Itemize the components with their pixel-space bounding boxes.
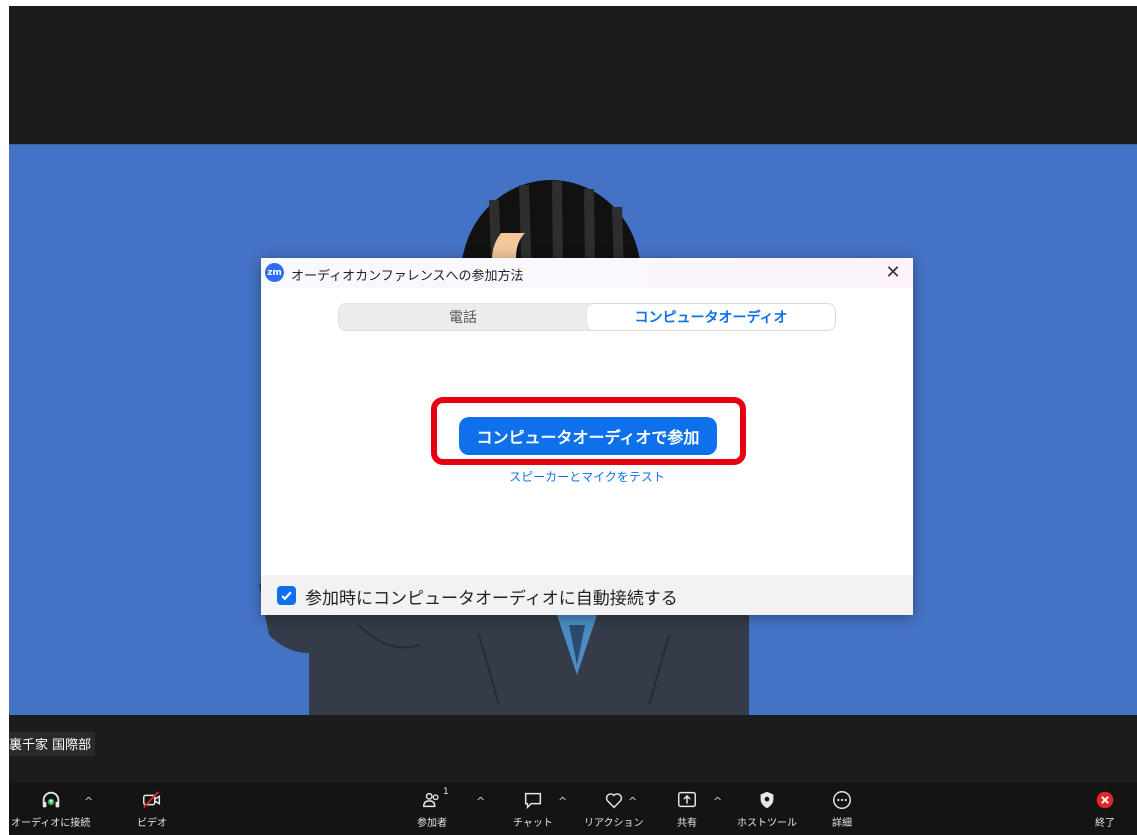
tab-computer-audio[interactable]: コンピュータオーディオ (587, 304, 835, 330)
join-audio-label: オーディオに接続 (11, 818, 91, 829)
chat-button[interactable]: チャット (513, 789, 553, 829)
more-label: 詳細 (832, 818, 852, 829)
host-tools-button[interactable]: ホストツール (737, 789, 797, 829)
close-icon[interactable]: ✕ (881, 260, 905, 284)
join-computer-audio-button[interactable]: コンピュータオーディオで参加 (459, 417, 717, 455)
more-button[interactable]: 詳細 (831, 789, 853, 829)
heart-icon (605, 793, 622, 809)
reactions-options-caret[interactable]: ^ (628, 795, 637, 808)
audio-join-dialog: zm オーディオカンファレンスへの参加方法 ✕ 電話 コンピュータオーディオ コ… (261, 258, 913, 615)
chat-icon (524, 792, 542, 810)
share-options-caret[interactable]: ^ (713, 795, 722, 808)
participants-options-caret[interactable]: ^ (476, 795, 485, 808)
test-speaker-mic-link[interactable]: スピーカーとマイクをテスト (261, 468, 913, 485)
reactions-label: リアクション (584, 818, 644, 829)
video-off-icon (143, 791, 161, 808)
auto-connect-label: 参加時にコンピュータオーディオに自動接続する (305, 589, 678, 609)
share-button[interactable]: 共有 (676, 789, 698, 829)
host-tools-label: ホストツール (737, 818, 797, 829)
participants-icon (423, 792, 439, 808)
audio-options-caret[interactable]: ^ (84, 795, 93, 808)
end-button[interactable]: 終了 (1094, 789, 1116, 829)
checkmark-icon (281, 591, 292, 601)
end-label: 終了 (1095, 818, 1115, 829)
audio-method-tabs: 電話 コンピュータオーディオ (338, 303, 836, 331)
dialog-title: オーディオカンファレンスへの参加方法 (291, 269, 524, 284)
video-label: ビデオ (137, 818, 167, 829)
end-icon (1096, 791, 1114, 809)
participants-label: 参加者 (417, 818, 447, 829)
more-icon (833, 791, 851, 809)
share-label: 共有 (677, 818, 697, 829)
headphones-icon (42, 791, 59, 808)
participants-count: 1 (443, 787, 449, 797)
shield-icon (760, 791, 774, 809)
participant-name-tag: 裏千家 国際部 (9, 732, 96, 756)
share-icon (678, 791, 696, 808)
join-audio-button[interactable]: オーディオに接続 (11, 789, 90, 829)
zoom-logo-icon: zm (265, 263, 284, 282)
meeting-toolbar: オーディオに接続 ^ ビデオ 参加者 1 ^ チャット ^ リアクション ^ 共… (9, 783, 1137, 835)
video-button[interactable]: ビデオ (137, 789, 167, 829)
dialog-titlebar: zm オーディオカンファレンスへの参加方法 ✕ (261, 258, 913, 288)
tab-phone[interactable]: 電話 (339, 304, 587, 330)
dialog-footer: 参加時にコンピュータオーディオに自動接続する (261, 575, 913, 615)
auto-connect-checkbox[interactable] (277, 586, 296, 605)
chat-options-caret[interactable]: ^ (558, 795, 567, 808)
chat-label: チャット (513, 818, 553, 829)
